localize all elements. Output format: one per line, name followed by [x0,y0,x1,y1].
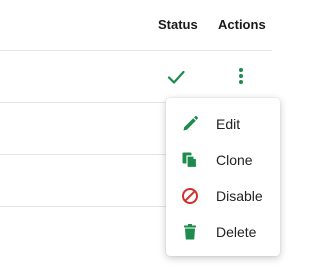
menu-item-delete[interactable]: Delete [166,214,280,250]
check-icon [167,68,185,86]
column-header-actions[interactable]: Actions [218,17,266,33]
menu-item-label: Edit [216,116,241,132]
pencil-icon [181,115,199,133]
menu-item-label: Delete [216,224,257,240]
copy-icon [181,151,199,169]
menu-item-clone[interactable]: Clone [166,142,280,178]
table-screen: Status Actions Edit Clone Disable Delete [0,0,293,272]
column-header-status[interactable]: Status [158,17,198,33]
row-divider [0,50,272,51]
kebab-menu-icon[interactable] [235,66,247,86]
actions-menu: Edit Clone Disable Delete [166,98,280,256]
menu-item-label: Disable [216,188,263,204]
menu-item-disable[interactable]: Disable [166,178,280,214]
block-icon [181,187,199,205]
menu-item-edit[interactable]: Edit [166,106,280,142]
trash-icon [181,223,199,241]
menu-item-label: Clone [216,152,253,168]
table-header: Status Actions [0,0,293,50]
